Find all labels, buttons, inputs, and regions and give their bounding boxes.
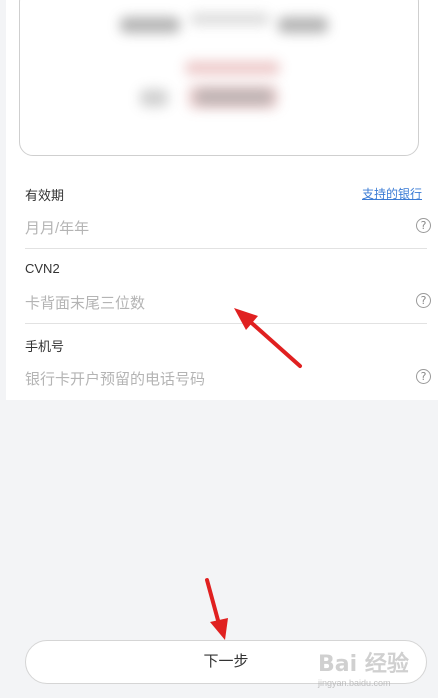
red-arrow-icon: [234, 308, 302, 368]
watermark-logo: Bai 经验: [318, 652, 409, 677]
watermark-url: jingyan.baidu.com: [318, 678, 391, 688]
red-arrow-icon: [205, 578, 228, 640]
annotation-layer: [205, 308, 302, 640]
